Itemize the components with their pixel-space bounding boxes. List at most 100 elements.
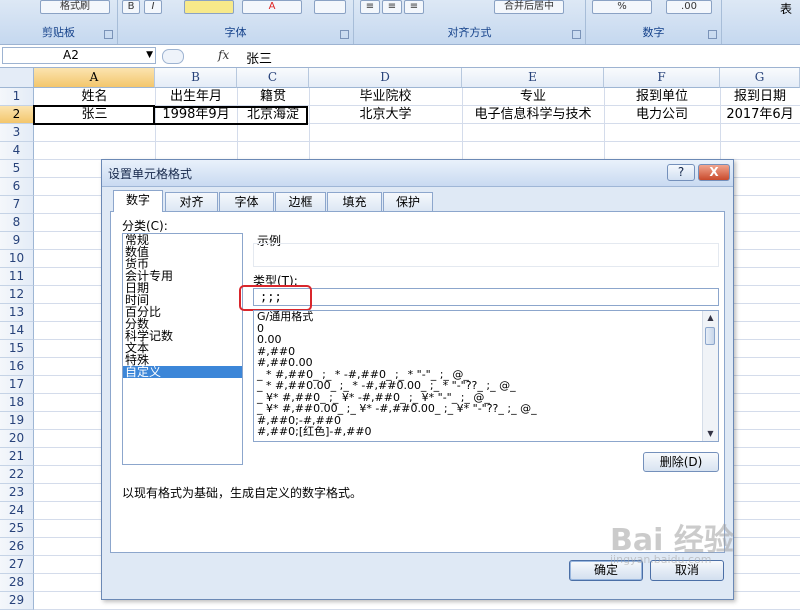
ribbon: 格式刷 剪贴板 B I A 字体 ≡ ≡ ≡ 合并后居中 对齐方式 % .00 … [0,0,800,45]
cell-c1[interactable]: 籍贯 [237,88,309,106]
row-header[interactable]: 15 [0,340,34,358]
format-code-item[interactable]: #,##0;[红色]-#,##0 [254,426,718,438]
select-all-corner[interactable] [0,68,34,88]
close-button[interactable]: X [698,164,730,181]
format-code-list[interactable]: G/通用格式 0 0.00 #,##0 #,##0.00 _ * #,##0_ ;_ * … [253,310,719,442]
row-header[interactable]: 1 [0,88,34,106]
dialog-launcher-icon[interactable] [104,30,113,39]
format-code-item[interactable]: #,##0.00 [254,357,718,369]
row-header[interactable]: 27 [0,556,34,574]
font-color-button[interactable]: A [242,0,302,14]
row-header[interactable]: 11 [0,268,34,286]
bold-button[interactable]: B [122,0,140,14]
cell-g1[interactable]: 报到日期 [720,88,800,106]
row-header[interactable]: 6 [0,178,34,196]
dialog-titlebar[interactable]: 设置单元格格式 ? X [102,160,733,187]
format-list-scrollbar[interactable]: ▲ ▼ [702,311,718,441]
format-code-item[interactable]: #,##0 [254,345,718,358]
cell-d2[interactable]: 北京大学 [309,106,462,124]
row-header[interactable]: 9 [0,232,34,250]
tab-border[interactable]: 边框 [275,192,326,212]
column-header-c[interactable]: C [237,68,309,88]
ribbon-table-label[interactable]: 表 [780,0,792,17]
format-code-item[interactable]: _ ¥* #,##0.00_ ;_ ¥* -#,##0.00_ ;_ ¥* "-… [254,403,718,415]
dialog-title: 设置单元格格式 [108,167,193,181]
row-header[interactable]: 3 [0,124,34,142]
cell-e2[interactable]: 电子信息科学与技术 [462,106,604,124]
scroll-up-icon[interactable]: ▲ [703,311,718,325]
row-header[interactable]: 26 [0,538,34,556]
tab-font[interactable]: 字体 [219,192,274,212]
row-header[interactable]: 25 [0,520,34,538]
row-header[interactable]: 12 [0,286,34,304]
active-cell-border [33,105,155,125]
category-item[interactable]: 自定义 [123,366,242,378]
format-painter-button[interactable]: 格式刷 [40,0,110,14]
number-format-button[interactable]: % [592,0,652,14]
cell-f2[interactable]: 电力公司 [604,106,720,124]
align-left-button[interactable]: ≡ [360,0,380,14]
category-list[interactable]: 常规 数值 货币 会计专用 日期 时间 百分比 分数 科学记数 文本 特殊 自定义 [122,233,243,465]
decimal-button[interactable]: .00 [666,0,712,14]
cell-f1[interactable]: 报到单位 [604,88,720,106]
scroll-thumb[interactable] [705,327,715,345]
tab-protection[interactable]: 保护 [383,192,433,212]
row-header[interactable]: 16 [0,358,34,376]
column-header-f[interactable]: F [604,68,720,88]
row-header[interactable]: 20 [0,430,34,448]
column-header-a[interactable]: A [34,68,155,88]
row-header[interactable]: 10 [0,250,34,268]
format-code-item[interactable]: _ * #,##0.00_ ;_ * -#,##0.00_ ;_ * "-"??… [254,380,718,392]
row-header[interactable]: 21 [0,448,34,466]
tab-fill[interactable]: 填充 [327,192,382,212]
row-header[interactable]: 17 [0,376,34,394]
dialog-launcher-icon[interactable] [340,30,349,39]
merge-center-button[interactable]: 合并后居中 [494,0,564,14]
help-button[interactable]: ? [667,164,695,181]
row-header[interactable]: 14 [0,322,34,340]
format-code-item[interactable]: G/通用格式 [254,311,718,323]
cell-b1[interactable]: 出生年月 [155,88,237,106]
dialog-launcher-icon[interactable] [708,30,717,39]
zoom-handle-icon[interactable] [162,49,184,64]
row-header[interactable]: 23 [0,484,34,502]
column-header-e[interactable]: E [462,68,604,88]
delete-button[interactable]: 删除(D) [643,452,719,472]
row-header[interactable]: 7 [0,196,34,214]
row-header[interactable]: 18 [0,394,34,412]
fill-color-button[interactable] [184,0,234,14]
row-header[interactable]: 29 [0,592,34,610]
format-code-item[interactable]: 0 [254,322,718,335]
column-header-d[interactable]: D [309,68,462,88]
name-box[interactable]: A2 ▼ [2,47,156,64]
row-header[interactable]: 8 [0,214,34,232]
cell-a1[interactable]: 姓名 [34,88,155,106]
cell-g2[interactable]: 2017年6月 [720,106,800,124]
cell-e1[interactable]: 专业 [462,88,604,106]
row-header[interactable]: 13 [0,304,34,322]
column-header-g[interactable]: G [720,68,800,88]
character-button[interactable] [314,0,346,14]
dialog-launcher-icon[interactable] [572,30,581,39]
row-header[interactable]: 5 [0,160,34,178]
row-header[interactable]: 22 [0,466,34,484]
row-header[interactable]: 28 [0,574,34,592]
insert-function-icon[interactable]: fx [218,48,229,62]
formula-input[interactable]: 张三 [246,48,272,67]
format-code-item[interactable]: 0.00 [254,334,718,346]
align-center-button[interactable]: ≡ [382,0,402,14]
row-header[interactable]: 24 [0,502,34,520]
type-input[interactable]: ;;; [253,288,719,306]
scroll-down-icon[interactable]: ▼ [703,427,718,441]
italic-button[interactable]: I [144,0,162,14]
formula-bar: A2 ▼ fx 张三 [0,45,800,68]
row-header[interactable]: 2 [0,106,34,124]
row-header[interactable]: 19 [0,412,34,430]
column-header-b[interactable]: B [155,68,237,88]
tab-alignment[interactable]: 对齐 [165,192,218,212]
cell-d1[interactable]: 毕业院校 [309,88,462,106]
tab-number[interactable]: 数字 [113,190,163,212]
row-header[interactable]: 4 [0,142,34,160]
chevron-down-icon[interactable]: ▼ [146,48,153,63]
align-right-button[interactable]: ≡ [404,0,424,14]
